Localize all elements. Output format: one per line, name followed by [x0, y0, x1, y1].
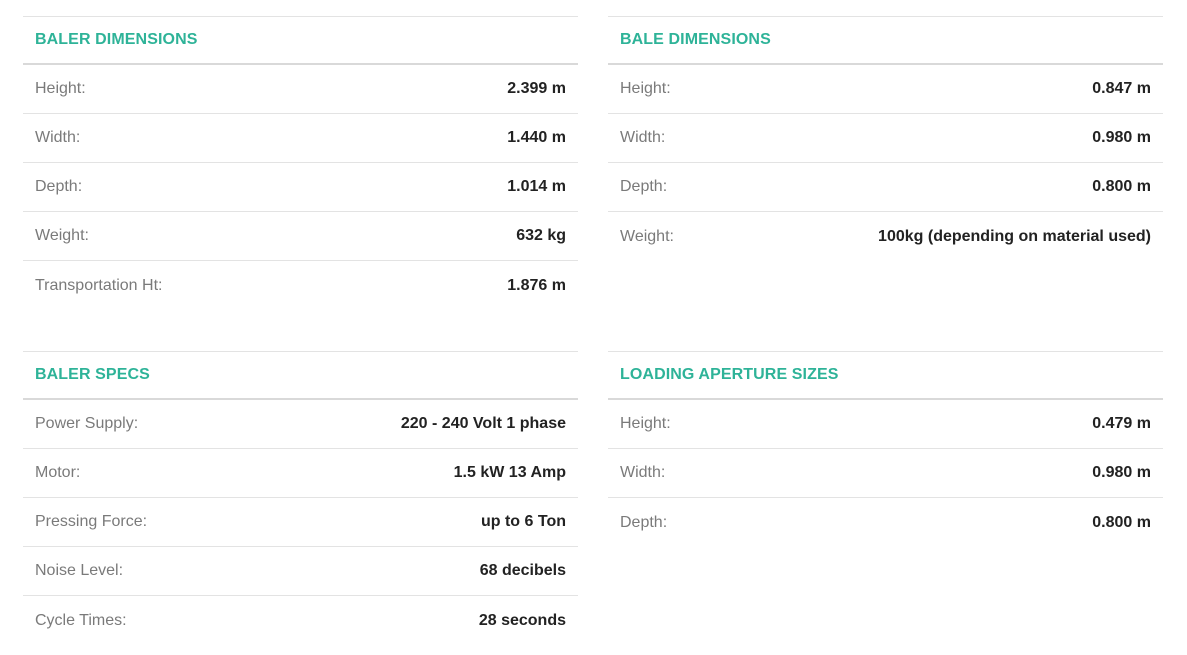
row-label: Power Supply:	[35, 415, 139, 432]
row-value: 0.847 m	[1092, 80, 1151, 97]
row-value: 0.800 m	[1092, 178, 1151, 195]
table-title: LOADING APERTURE SIZES	[620, 366, 839, 383]
row-value: 0.800 m	[1092, 513, 1151, 531]
row-label: Noise Level:	[35, 562, 124, 579]
table-row: Depth: 1.014 m	[23, 163, 578, 212]
row-value: 0.479 m	[1092, 415, 1151, 432]
table-row: Power Supply: 220 - 240 Volt 1 phase	[23, 400, 578, 449]
bale-dimensions-table: BALE DIMENSIONS Height: 0.847 m Width: 0…	[608, 16, 1163, 261]
row-value: 0.980 m	[1092, 129, 1151, 146]
table-row: Weight: 100kg (depending on material use…	[608, 212, 1163, 261]
table-title: BALER DIMENSIONS	[35, 31, 198, 48]
table-header: LOADING APERTURE SIZES	[608, 351, 1163, 400]
table-row: Cycle Times: 28 seconds	[23, 596, 578, 645]
row-label: Transportation Ht:	[35, 276, 163, 294]
row-label: Motor:	[35, 464, 81, 481]
row-label: Pressing Force:	[35, 513, 148, 530]
row-label: Width:	[620, 129, 666, 146]
table-row: Weight: 632 kg	[23, 212, 578, 261]
table-row: Height: 0.847 m	[608, 65, 1163, 114]
row-label: Depth:	[35, 178, 83, 195]
row-value: 220 - 240 Volt 1 phase	[400, 415, 566, 432]
table-row: Width: 1.440 m	[23, 114, 578, 163]
row-value: 68 decibels	[479, 562, 566, 579]
table-title: BALER SPECS	[35, 366, 150, 383]
row-value: up to 6 Ton	[480, 513, 566, 530]
row-label: Height:	[35, 80, 86, 97]
row-label: Depth:	[620, 178, 668, 195]
row-value: 1.876 m	[507, 276, 566, 294]
table-row: Width: 0.980 m	[608, 449, 1163, 498]
loading-aperture-sizes-table: LOADING APERTURE SIZES Height: 0.479 m W…	[608, 351, 1163, 547]
table-row: Height: 0.479 m	[608, 400, 1163, 449]
row-value: 100kg (depending on material used)	[878, 227, 1151, 245]
row-value: 28 seconds	[478, 611, 566, 629]
baler-specs-table: BALER SPECS Power Supply: 220 - 240 Volt…	[23, 351, 578, 645]
row-label: Weight:	[620, 227, 674, 245]
row-label: Height:	[620, 415, 671, 432]
table-row: Transportation Ht: 1.876 m	[23, 261, 578, 310]
table-header: BALER DIMENSIONS	[23, 16, 578, 65]
row-label: Height:	[620, 80, 671, 97]
row-value: 632 kg	[516, 227, 566, 244]
row-value: 1.440 m	[507, 129, 566, 146]
table-title: BALE DIMENSIONS	[620, 31, 771, 48]
row-value: 0.980 m	[1092, 464, 1151, 481]
row-label: Weight:	[35, 227, 89, 244]
row-label: Width:	[620, 464, 666, 481]
table-row: Height: 2.399 m	[23, 65, 578, 114]
row-label: Cycle Times:	[35, 611, 127, 629]
table-header: BALE DIMENSIONS	[608, 16, 1163, 65]
table-row: Depth: 0.800 m	[608, 498, 1163, 547]
table-row: Pressing Force: up to 6 Ton	[23, 498, 578, 547]
row-label: Width:	[35, 129, 81, 146]
table-row: Motor: 1.5 kW 13 Amp	[23, 449, 578, 498]
row-value: 1.5 kW 13 Amp	[453, 464, 566, 481]
row-value: 2.399 m	[507, 80, 566, 97]
table-row: Noise Level: 68 decibels	[23, 547, 578, 596]
row-label: Depth:	[620, 513, 668, 531]
row-value: 1.014 m	[507, 178, 566, 195]
table-row: Depth: 0.800 m	[608, 163, 1163, 212]
baler-dimensions-table: BALER DIMENSIONS Height: 2.399 m Width: …	[23, 16, 578, 310]
table-header: BALER SPECS	[23, 351, 578, 400]
table-row: Width: 0.980 m	[608, 114, 1163, 163]
